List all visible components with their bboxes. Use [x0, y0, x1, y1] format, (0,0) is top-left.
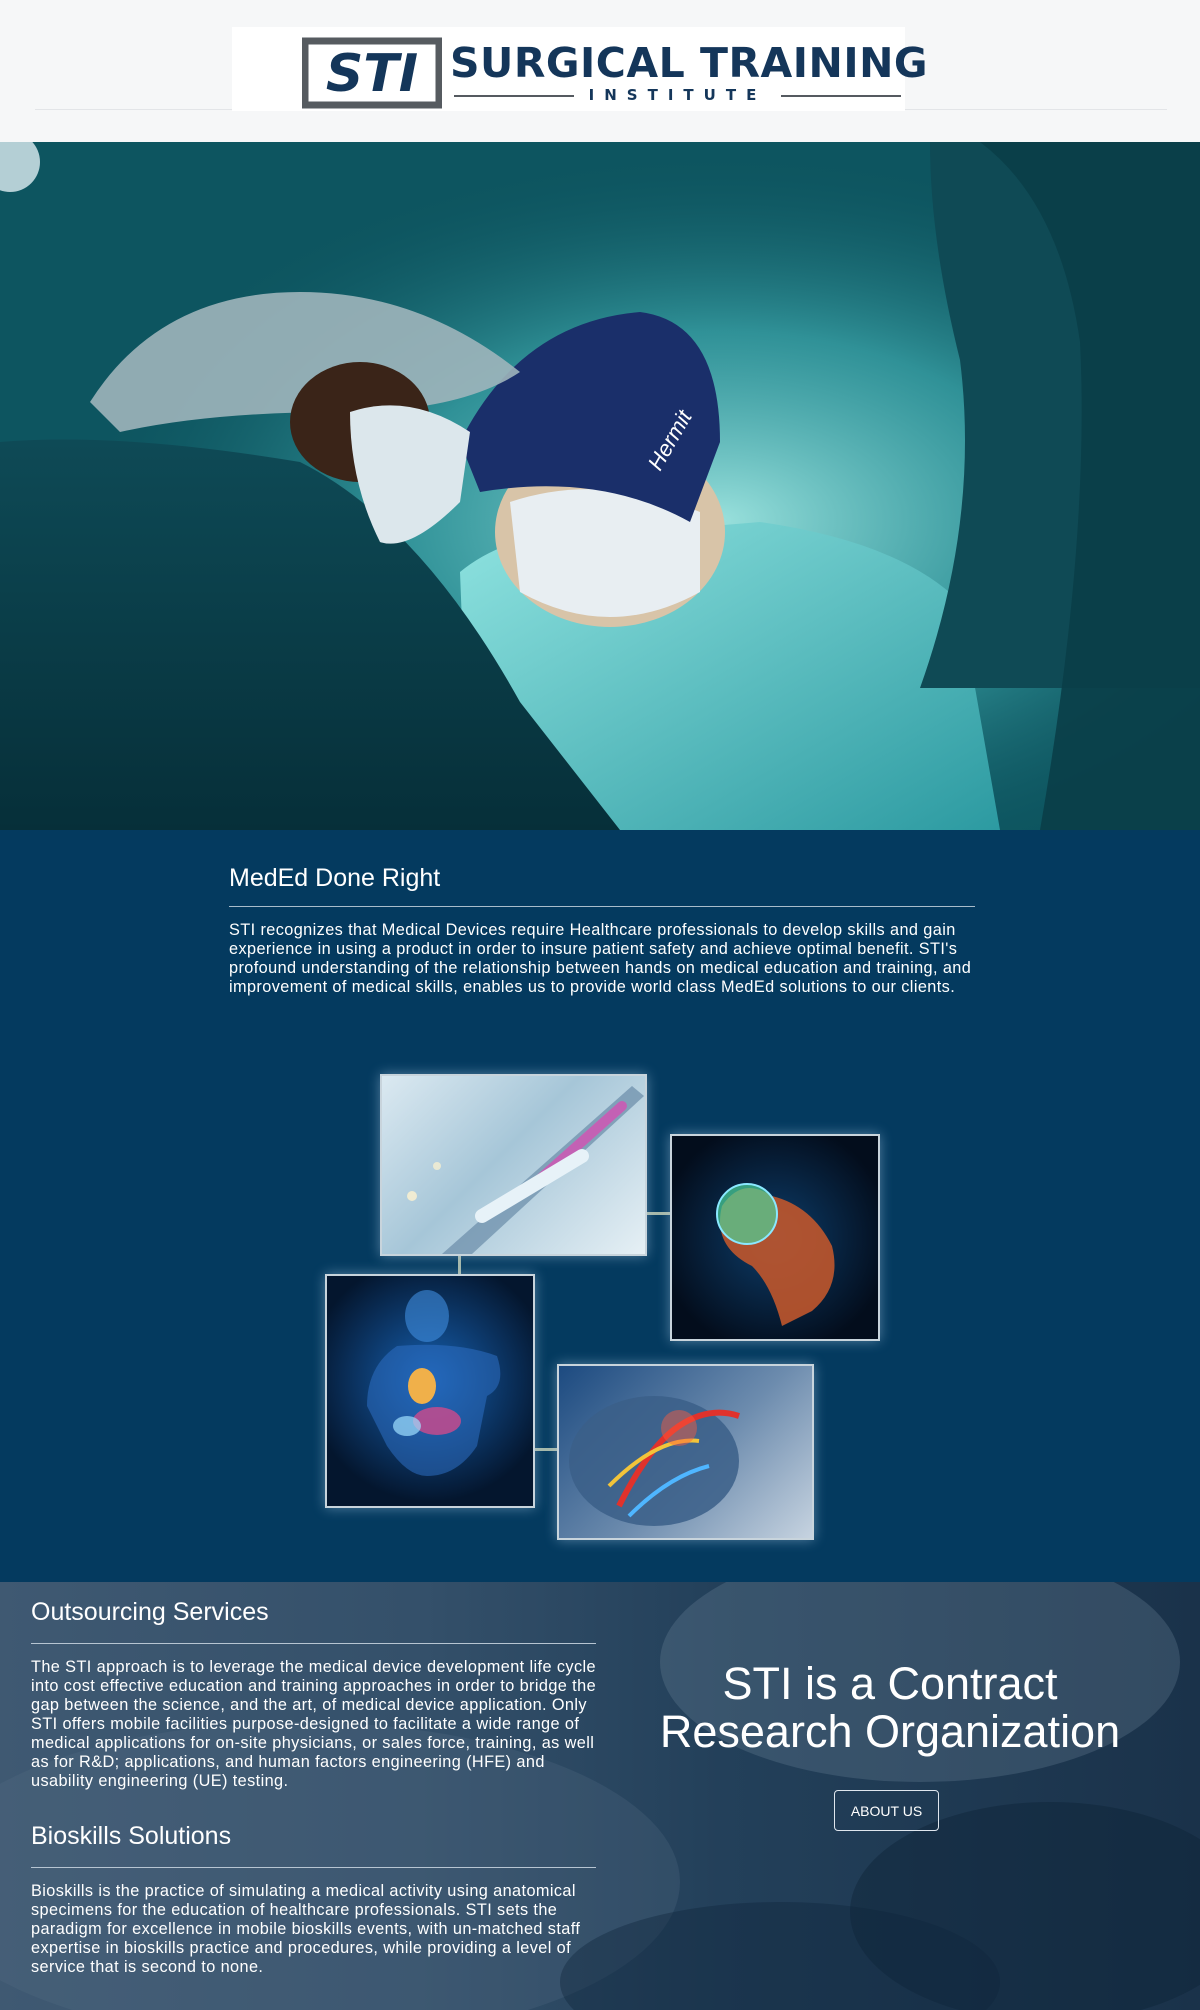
sti-logo[interactable]: STI SURGICAL TRAINING INSTITUTE: [232, 27, 928, 111]
cro-heading-line-2: Research Organization: [659, 1706, 1121, 1757]
logo-mark-text: STI: [326, 44, 418, 104]
meded-section: MedEd Done Right STI recognizes that Med…: [0, 830, 1200, 1582]
heart-vessels-illustration: [569, 1396, 740, 1526]
hero-surgeons-photo: Hermit: [0, 142, 1200, 830]
sti-logo-mark: STI: [302, 37, 442, 109]
heart-vessels-image: [557, 1364, 814, 1540]
human-anatomy-illustration: [367, 1290, 501, 1476]
logo-subtitle: INSTITUTE: [588, 86, 767, 104]
bioskills-paragraph: Bioskills is the practice of simulating …: [31, 1882, 581, 1976]
human-anatomy-image: [325, 1274, 535, 1508]
bioskills-title: Bioskills Solutions: [31, 1822, 232, 1850]
outsourcing-title: Outsourcing Services: [31, 1598, 269, 1626]
outsourcing-paragraph: The STI approach is to leverage the medi…: [31, 1658, 597, 1790]
logo-subtitle-group: INSTITUTE: [450, 85, 905, 105]
catheter-device-image: [380, 1074, 647, 1256]
outsourcing-divider: [31, 1643, 596, 1644]
site-header: STI SURGICAL TRAINING INSTITUTE: [0, 0, 1200, 142]
about-us-button[interactable]: ABOUT US: [834, 1790, 939, 1831]
hip-bone-illustration: [716, 1183, 835, 1326]
meded-divider: [229, 906, 975, 907]
medical-image-collage: [320, 1074, 890, 1554]
header-divider-left: [35, 109, 235, 110]
catheter-illustration: [407, 1086, 644, 1254]
cro-heading-line-1: STI is a Contract: [722, 1658, 1058, 1709]
cro-heading: STI is a Contract Research Organization: [600, 1660, 1180, 1756]
meded-paragraph: STI recognizes that Medical Devices requ…: [229, 921, 972, 996]
meded-title: MedEd Done Right: [229, 864, 441, 892]
logo-title: SURGICAL TRAINING: [450, 39, 929, 87]
hip-bone-image: [670, 1134, 880, 1341]
services-section: Outsourcing Services The STI approach is…: [0, 1582, 1200, 2010]
hero-illustration: Hermit: [0, 142, 1200, 830]
bioskills-divider: [31, 1867, 596, 1868]
header-divider-right: [905, 109, 1167, 110]
